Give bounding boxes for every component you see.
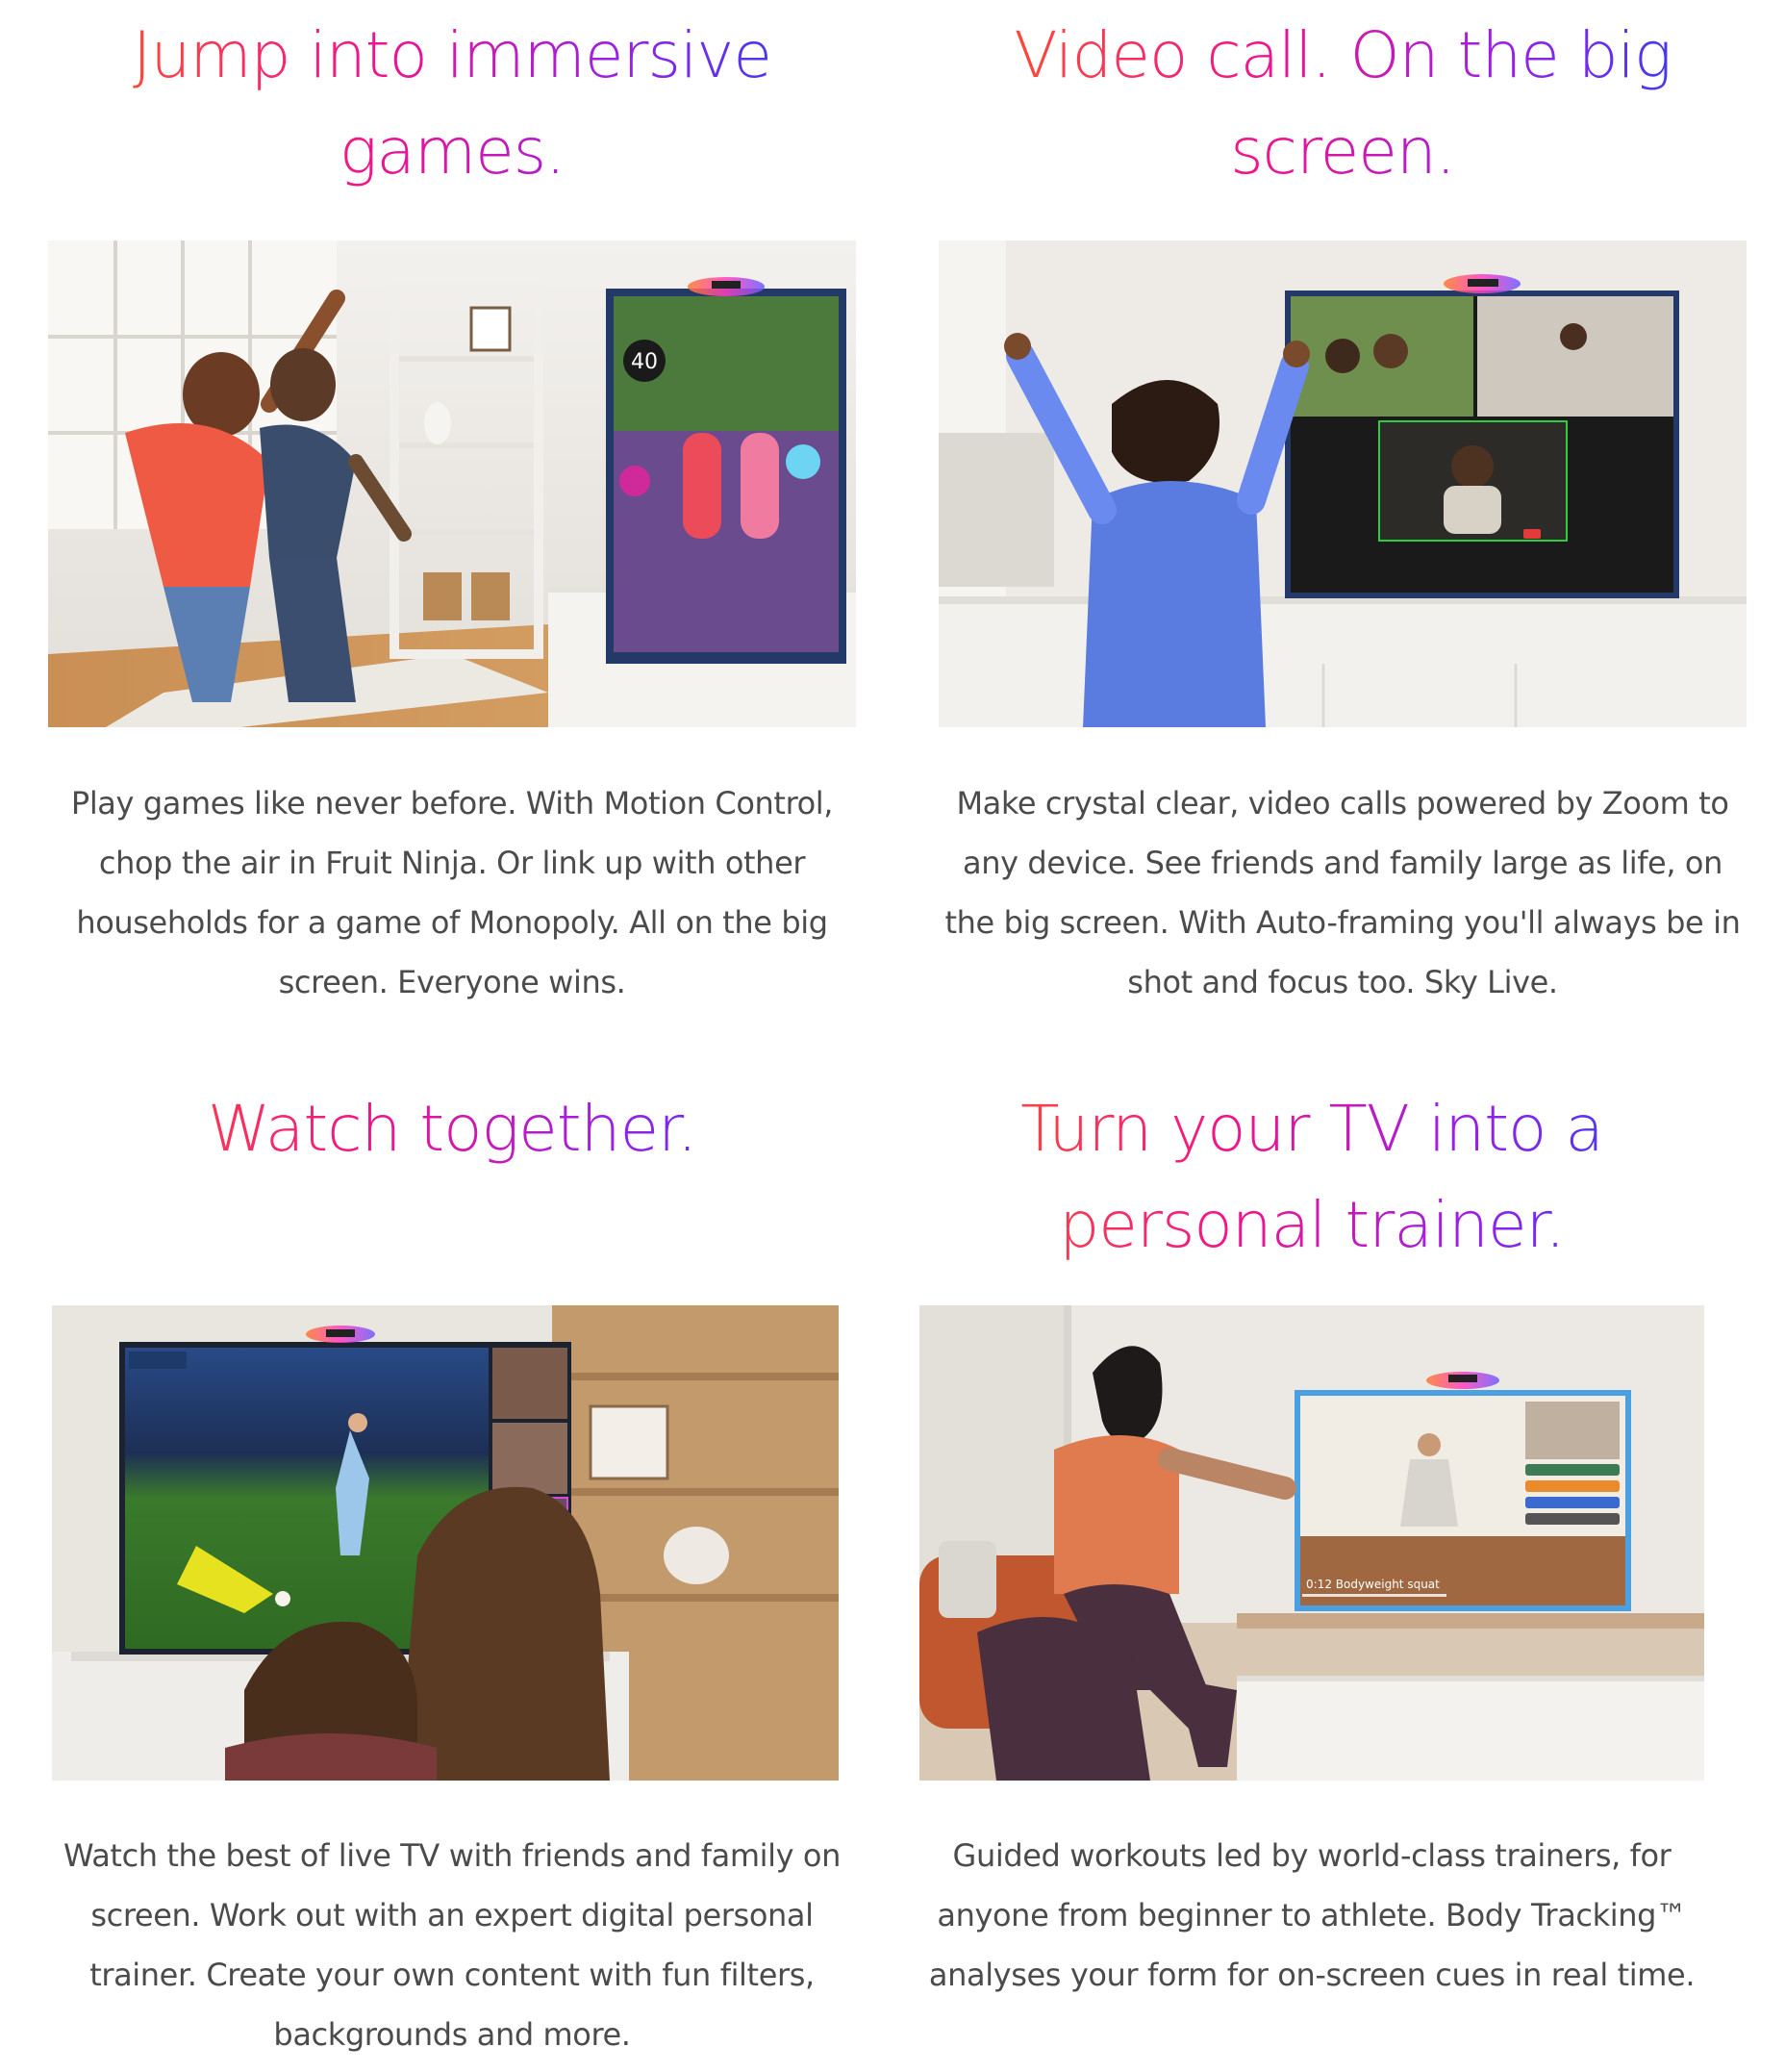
card-2-description: Make crystal clear, video calls powered … bbox=[944, 785, 1741, 1000]
card-2-title: Video call. On the big screen. bbox=[939, 8, 1747, 200]
card-4-title-line-2: personal trainer. bbox=[1059, 1188, 1565, 1262]
watch-together-photo bbox=[52, 1305, 839, 1781]
personal-trainer-photo: 0:12 Bodyweight squat bbox=[919, 1305, 1704, 1781]
card-1-title: Jump into immersive games. bbox=[48, 8, 856, 200]
card-3-description: Watch the best of live TV with friends a… bbox=[63, 1837, 841, 2053]
card-1-description: Play games like never before. With Motio… bbox=[70, 785, 834, 1000]
card-4-description: Guided workouts led by world-class train… bbox=[928, 1837, 1696, 1993]
trainer-tv-caption: 0:12 Bodyweight squat bbox=[1306, 1578, 1440, 1591]
games-tv-timer: 40 bbox=[631, 350, 658, 374]
card-4-title-line-1: Turn your TV into a bbox=[1020, 1092, 1603, 1166]
card-3-title: Watch together. bbox=[48, 1081, 856, 1177]
card-4-title: Turn your TV into a personal trainer. bbox=[919, 1081, 1704, 1274]
card-1-title-line-2: games. bbox=[339, 114, 566, 189]
card-2-title-line-2: screen. bbox=[1230, 114, 1455, 189]
card-1-title-line-1: Jump into immersive bbox=[133, 18, 771, 92]
card-2-title-line-1: Video call. On the big bbox=[1014, 18, 1672, 92]
games-photo: 40 bbox=[48, 240, 856, 727]
video-call-photo bbox=[939, 240, 1747, 727]
card-3-title-line-1: Watch together. bbox=[207, 1092, 697, 1166]
